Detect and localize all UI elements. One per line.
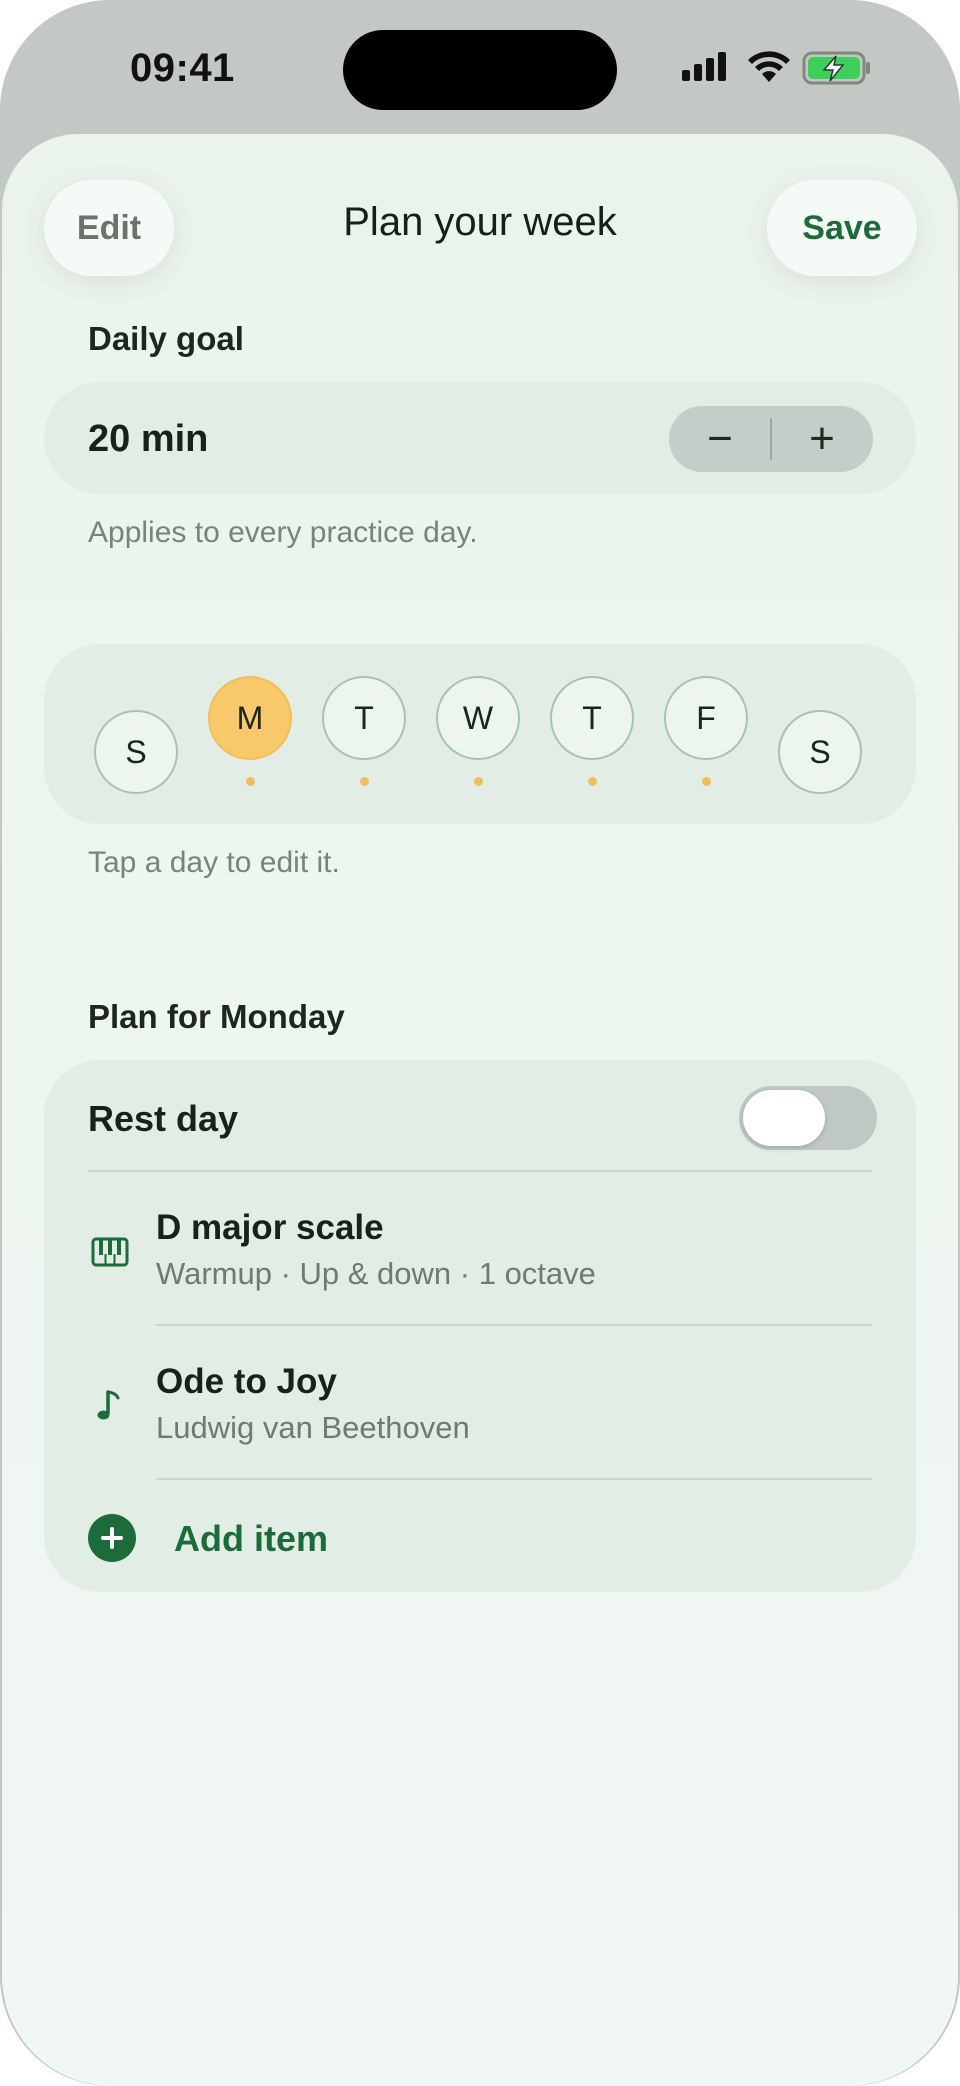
status-time: 09:41 xyxy=(130,46,235,90)
divider xyxy=(156,1324,872,1326)
daily-goal-label: Daily goal xyxy=(88,320,244,357)
decrease-goal-button[interactable]: − xyxy=(669,406,771,472)
plan-heading: Plan for Monday xyxy=(88,998,345,1035)
cellular-signal-icon xyxy=(682,52,726,81)
day-saturday[interactable]: S xyxy=(778,710,862,794)
week-day-picker: S M T W T F S xyxy=(44,644,916,824)
rest-day-toggle[interactable] xyxy=(739,1086,877,1150)
increase-goal-button[interactable]: + xyxy=(771,406,873,472)
plan-card: Rest day D major scale Warmup · Up & dow… xyxy=(44,1060,916,1592)
wifi-icon xyxy=(748,51,790,82)
day-thursday[interactable]: T xyxy=(550,676,634,760)
goal-value: 20 min xyxy=(88,418,209,460)
day-friday[interactable]: F xyxy=(664,676,748,760)
add-item-label: Add item xyxy=(174,1518,329,1559)
phone-frame: 09:41 Edit Plan your week Save Daily goa… xyxy=(0,0,960,2086)
toggle-knob xyxy=(743,1090,825,1146)
rest-day-label: Rest day xyxy=(88,1098,239,1139)
goal-stepper: − + xyxy=(669,406,873,472)
divider xyxy=(88,1170,872,1172)
daily-goal-hint: Applies to every practice day. xyxy=(88,516,478,549)
item-title: Ode to Joy xyxy=(156,1362,337,1401)
day-tuesday[interactable]: T xyxy=(322,676,406,760)
item-subtitle: Warmup · Up & down · 1 octave xyxy=(156,1256,596,1291)
daily-goal-card: 20 min − + xyxy=(44,382,916,494)
battery-charging-icon xyxy=(802,51,870,85)
day-monday[interactable]: M xyxy=(208,676,292,760)
planned-indicator xyxy=(702,777,711,786)
status-icons xyxy=(680,50,880,90)
divider xyxy=(156,1478,872,1480)
dynamic-island xyxy=(343,30,617,110)
item-title: D major scale xyxy=(156,1208,384,1247)
item-subtitle: Ludwig van Beethoven xyxy=(156,1410,470,1445)
plus-circle-icon xyxy=(88,1514,136,1562)
day-sunday[interactable]: S xyxy=(94,710,178,794)
piano-icon xyxy=(91,1237,129,1267)
week-hint: Tap a day to edit it. xyxy=(88,846,340,879)
save-button[interactable]: Save xyxy=(767,180,917,276)
status-bar: 09:41 xyxy=(0,0,960,140)
planned-indicator xyxy=(360,777,369,786)
planned-indicator xyxy=(588,777,597,786)
day-wednesday[interactable]: W xyxy=(436,676,520,760)
planned-indicator xyxy=(474,777,483,786)
planned-indicator xyxy=(246,777,255,786)
music-note-icon xyxy=(97,1390,120,1420)
